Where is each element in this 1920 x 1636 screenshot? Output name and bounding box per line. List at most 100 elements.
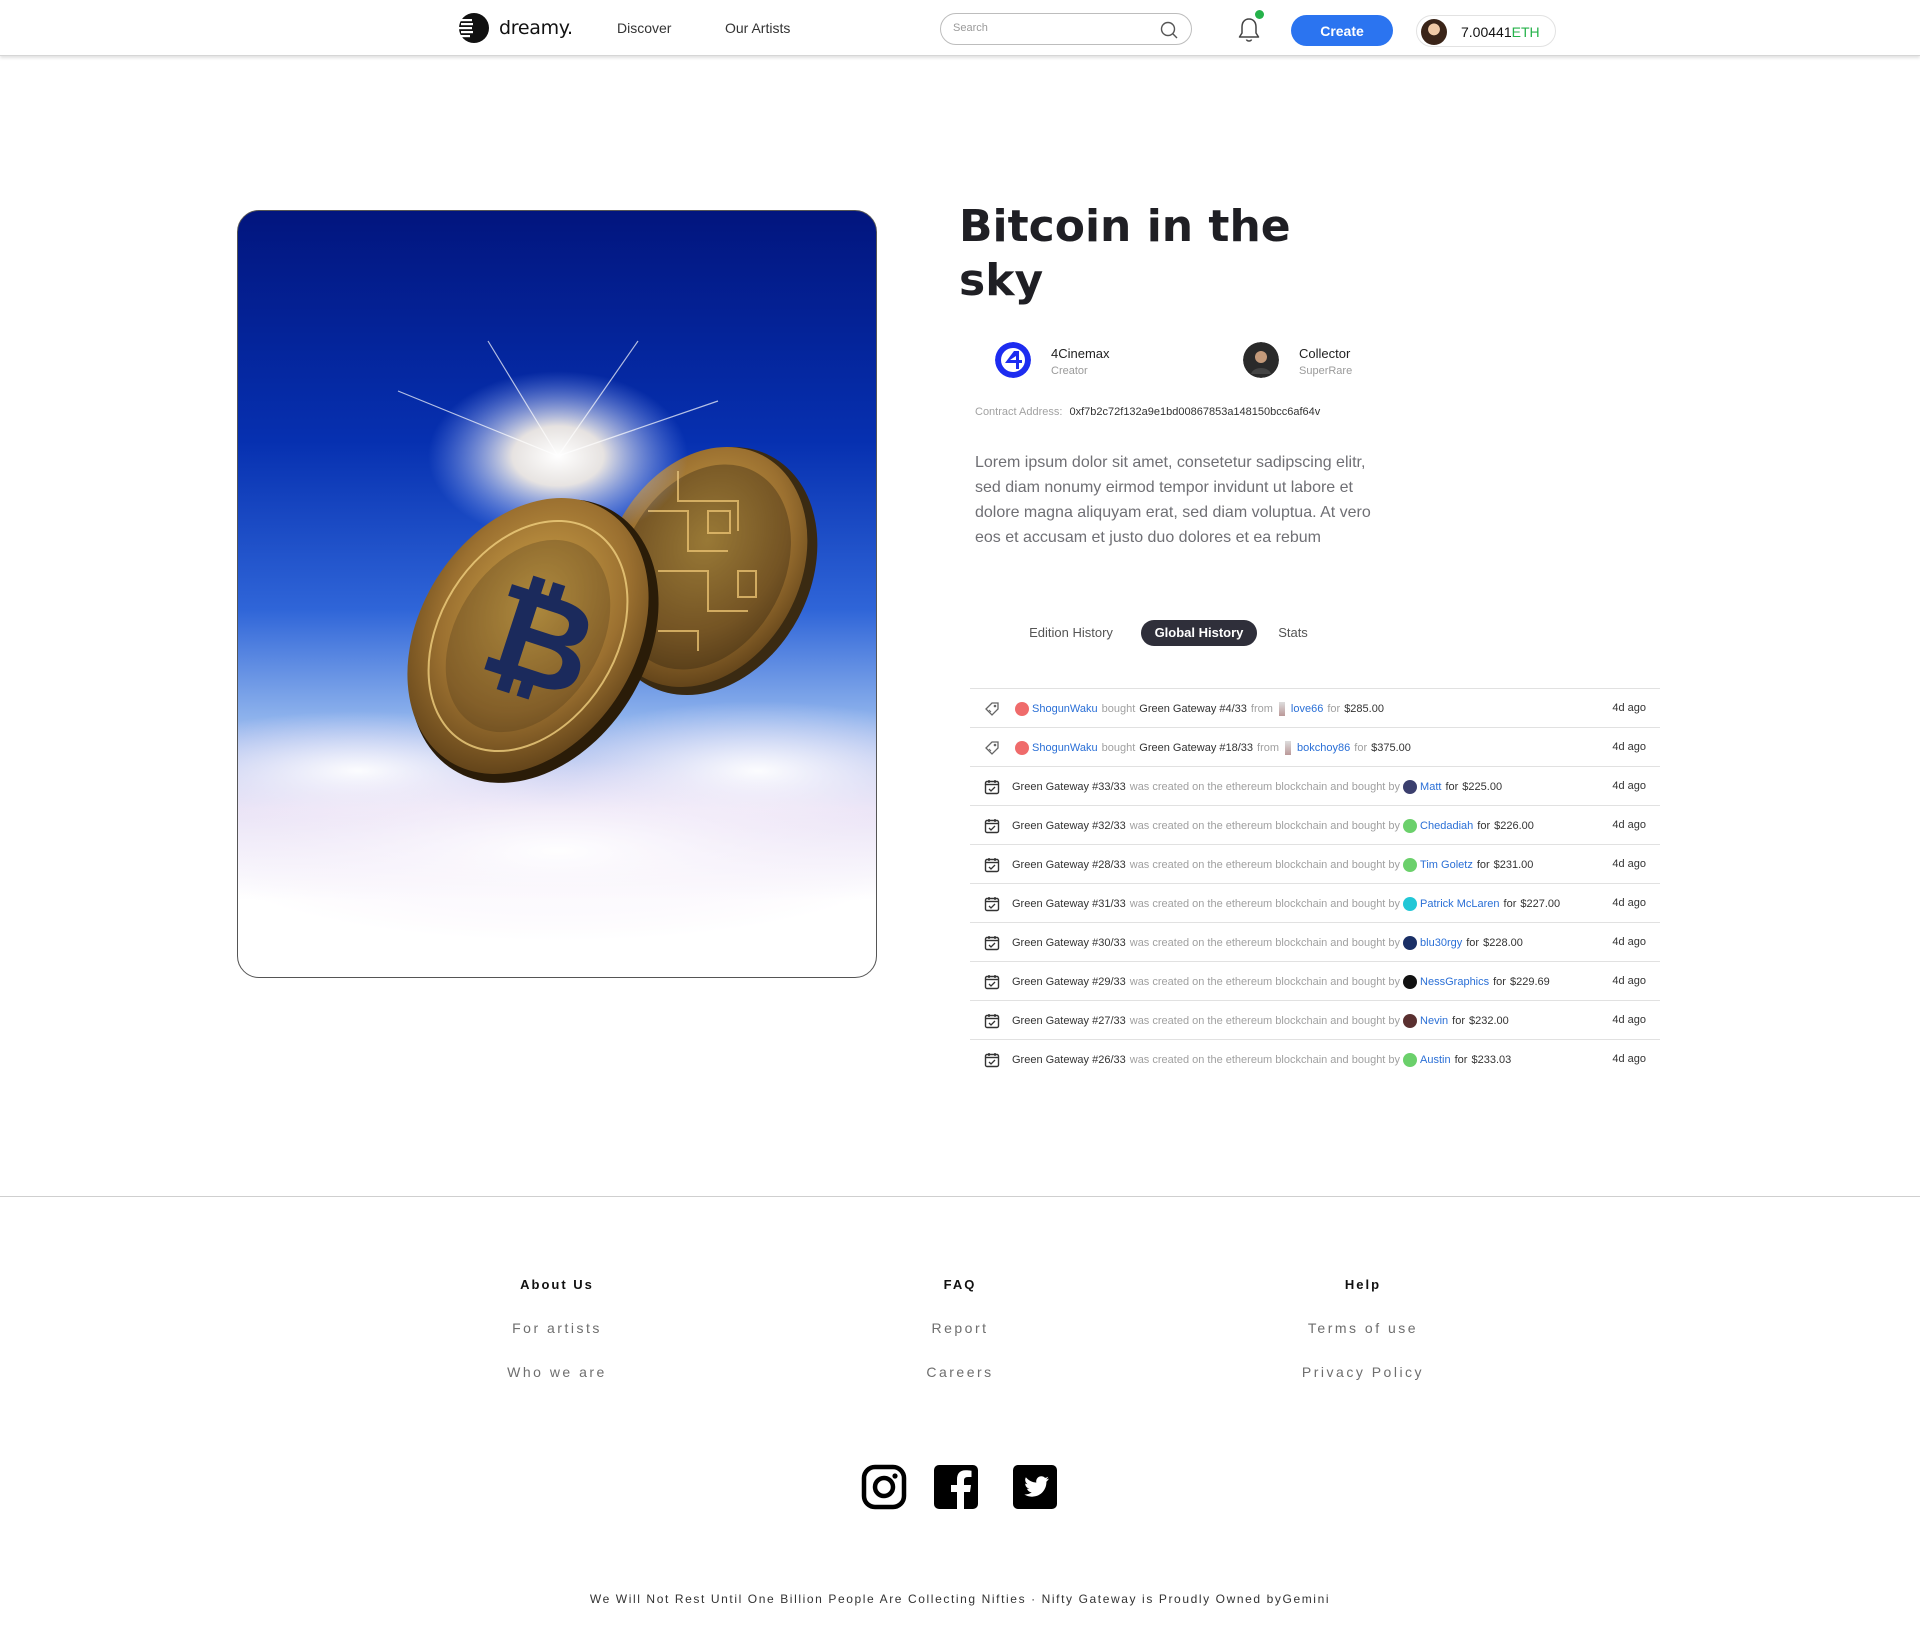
seller-avatar[interactable] (1285, 741, 1292, 755)
for-word: for (1445, 781, 1459, 793)
buyer-link[interactable]: Austin (1420, 1054, 1451, 1066)
buyer-avatar[interactable] (1015, 741, 1029, 755)
buyer-link[interactable]: ShogunWaku (1032, 742, 1098, 754)
buyer-link[interactable]: Nevin (1420, 1015, 1448, 1027)
buyer-avatar[interactable] (1403, 975, 1418, 989)
item-name[interactable]: Green Gateway #30/33 (1012, 937, 1126, 949)
history-row[interactable]: Green Gateway #27/33 was created on the e… (970, 1000, 1660, 1039)
notification-dot (1255, 10, 1264, 19)
user-avatar[interactable] (1421, 19, 1447, 45)
footer-link-privacy[interactable]: Privacy Policy (1243, 1364, 1483, 1380)
buyer-avatar[interactable] (1403, 936, 1418, 950)
price: $228.00 (1483, 937, 1523, 949)
history-row[interactable]: Green Gateway #30/33 was created on the e… (970, 922, 1660, 961)
buyer-link[interactable]: NessGraphics (1420, 976, 1489, 988)
buyer-avatar[interactable] (1403, 1053, 1418, 1067)
buyer-link[interactable]: Matt (1420, 781, 1441, 793)
tab-global-history[interactable]: Global History (1141, 620, 1257, 646)
history-row[interactable]: Green Gateway #31/33 was created on the e… (970, 883, 1660, 922)
history-row[interactable]: Green Gateway #26/33 was created on the e… (970, 1039, 1660, 1078)
footer-col-faq: FAQ Report Careers (840, 1277, 1080, 1380)
history-row[interactable]: Green Gateway #29/33 was created on the e… (970, 961, 1660, 1000)
buyer-link[interactable]: ShogunWaku (1032, 703, 1098, 715)
twitter-icon[interactable] (1012, 1464, 1058, 1510)
buyer-link[interactable]: Patrick McLaren (1420, 898, 1499, 910)
for-word: for (1452, 1015, 1466, 1027)
from-word: from (1257, 742, 1280, 754)
calendar-icon (984, 936, 1000, 951)
brand-logo[interactable]: dreamy. (457, 12, 573, 44)
tab-stats[interactable]: Stats (1270, 620, 1316, 646)
seller-link[interactable]: bokchoy86 (1297, 742, 1350, 754)
footer-link-careers[interactable]: Careers (840, 1364, 1080, 1380)
item-name[interactable]: Green Gateway #33/33 (1012, 781, 1126, 793)
item-name[interactable]: Green Gateway #32/33 (1012, 820, 1126, 832)
item-name[interactable]: Green Gateway #28/33 (1012, 859, 1126, 871)
history-row-text: Green Gateway #29/33 was created on the e… (1012, 975, 1550, 989)
buyer-avatar[interactable] (1403, 858, 1418, 872)
creator-avatar[interactable] (995, 342, 1031, 378)
wallet-unit: ETH (1511, 24, 1540, 40)
buyer-avatar[interactable] (1403, 897, 1418, 911)
footer-link-who-we-are[interactable]: Who we are (437, 1364, 677, 1380)
seller-avatar[interactable] (1278, 702, 1285, 716)
wallet-balance[interactable]: 7.00441ETH (1416, 15, 1556, 47)
price: $232.00 (1469, 1015, 1509, 1027)
create-button[interactable]: Create (1291, 15, 1393, 46)
action-text: was created on the ethereum blockchain a… (1129, 859, 1401, 871)
calendar-icon (984, 1053, 1000, 1068)
search-input[interactable] (953, 22, 1153, 34)
buyer-avatar[interactable] (1015, 702, 1029, 716)
history-row[interactable]: Green Gateway #32/33 was created on the e… (970, 805, 1660, 844)
action-text: was created on the ethereum blockchain a… (1129, 820, 1401, 832)
item-name[interactable]: Green Gateway #18/33 (1139, 742, 1253, 754)
item-name[interactable]: Green Gateway #31/33 (1012, 898, 1126, 910)
calendar-icon (984, 975, 1000, 990)
item-name[interactable]: Green Gateway #27/33 (1012, 1015, 1126, 1027)
seller-link[interactable]: love66 (1291, 703, 1323, 715)
contract-value[interactable]: 0xf7b2c72f132a9e1bd00867853a148150bcc6af… (1070, 406, 1321, 418)
buyer-link[interactable]: blu30rgy (1420, 937, 1462, 949)
footer-link-for-artists[interactable]: For artists (437, 1320, 677, 1336)
row-timestamp: 4d ago (1612, 702, 1646, 714)
collector-avatar[interactable] (1243, 342, 1279, 378)
item-name[interactable]: Green Gateway #29/33 (1012, 976, 1126, 988)
action-text: was created on the ethereum blockchain a… (1129, 1015, 1401, 1027)
item-name[interactable]: Green Gateway #26/33 (1012, 1054, 1126, 1066)
collector-name[interactable]: Collector (1299, 346, 1350, 361)
footer-heading-help: Help (1344, 1277, 1382, 1292)
history-row[interactable]: Green Gateway #33/33 was created on the e… (970, 766, 1660, 805)
history-row-text: Green Gateway #27/33 was created on the e… (1012, 1014, 1509, 1028)
item-name[interactable]: Green Gateway #4/33 (1139, 703, 1247, 715)
footer-link-report[interactable]: Report (840, 1320, 1080, 1336)
nav-our-artists[interactable]: Our Artists (725, 20, 790, 36)
tab-edition-history[interactable]: Edition History (1016, 620, 1126, 646)
buyer-avatar[interactable] (1403, 819, 1418, 833)
facebook-icon[interactable] (933, 1464, 979, 1510)
buyer-link[interactable]: Chedadiah (1420, 820, 1473, 832)
footer-link-terms[interactable]: Terms of use (1243, 1320, 1483, 1336)
search-icon[interactable] (1159, 20, 1179, 40)
history-row-text: Green Gateway #31/33 was created on the e… (1012, 897, 1560, 911)
nav-discover[interactable]: Discover (617, 20, 671, 36)
buyer-link[interactable]: Tim Goletz (1420, 859, 1473, 871)
history-row-text: Green Gateway #32/33 was created on the e… (1012, 819, 1534, 833)
instagram-icon[interactable] (861, 1464, 907, 1510)
history-row[interactable]: Green Gateway #28/33 was created on the e… (970, 844, 1660, 883)
buyer-avatar[interactable] (1403, 780, 1418, 794)
for-word: for (1477, 820, 1491, 832)
history-row[interactable]: ShogunWaku bought Green Gateway #4/33 from l… (970, 688, 1660, 727)
action-text: was created on the ethereum blockchain a… (1129, 1054, 1401, 1066)
for-word: for (1327, 703, 1341, 715)
history-row[interactable]: ShogunWaku bought Green Gateway #18/33 from… (970, 727, 1660, 766)
buyer-avatar[interactable] (1403, 1014, 1418, 1028)
footer-divider (0, 1196, 1920, 1197)
row-timestamp: 4d ago (1612, 1014, 1646, 1026)
notification-bell-icon[interactable] (1236, 16, 1262, 44)
creator-card[interactable]: 4Cinemax Creator (995, 340, 1195, 382)
collector-card[interactable]: Collector SuperRare (1243, 340, 1443, 382)
for-word: for (1454, 1054, 1468, 1066)
history-list: ShogunWaku bought Green Gateway #4/33 from l… (970, 688, 1660, 1078)
creator-name[interactable]: 4Cinemax (1051, 346, 1110, 361)
action-text: was created on the ethereum blockchain a… (1129, 898, 1401, 910)
